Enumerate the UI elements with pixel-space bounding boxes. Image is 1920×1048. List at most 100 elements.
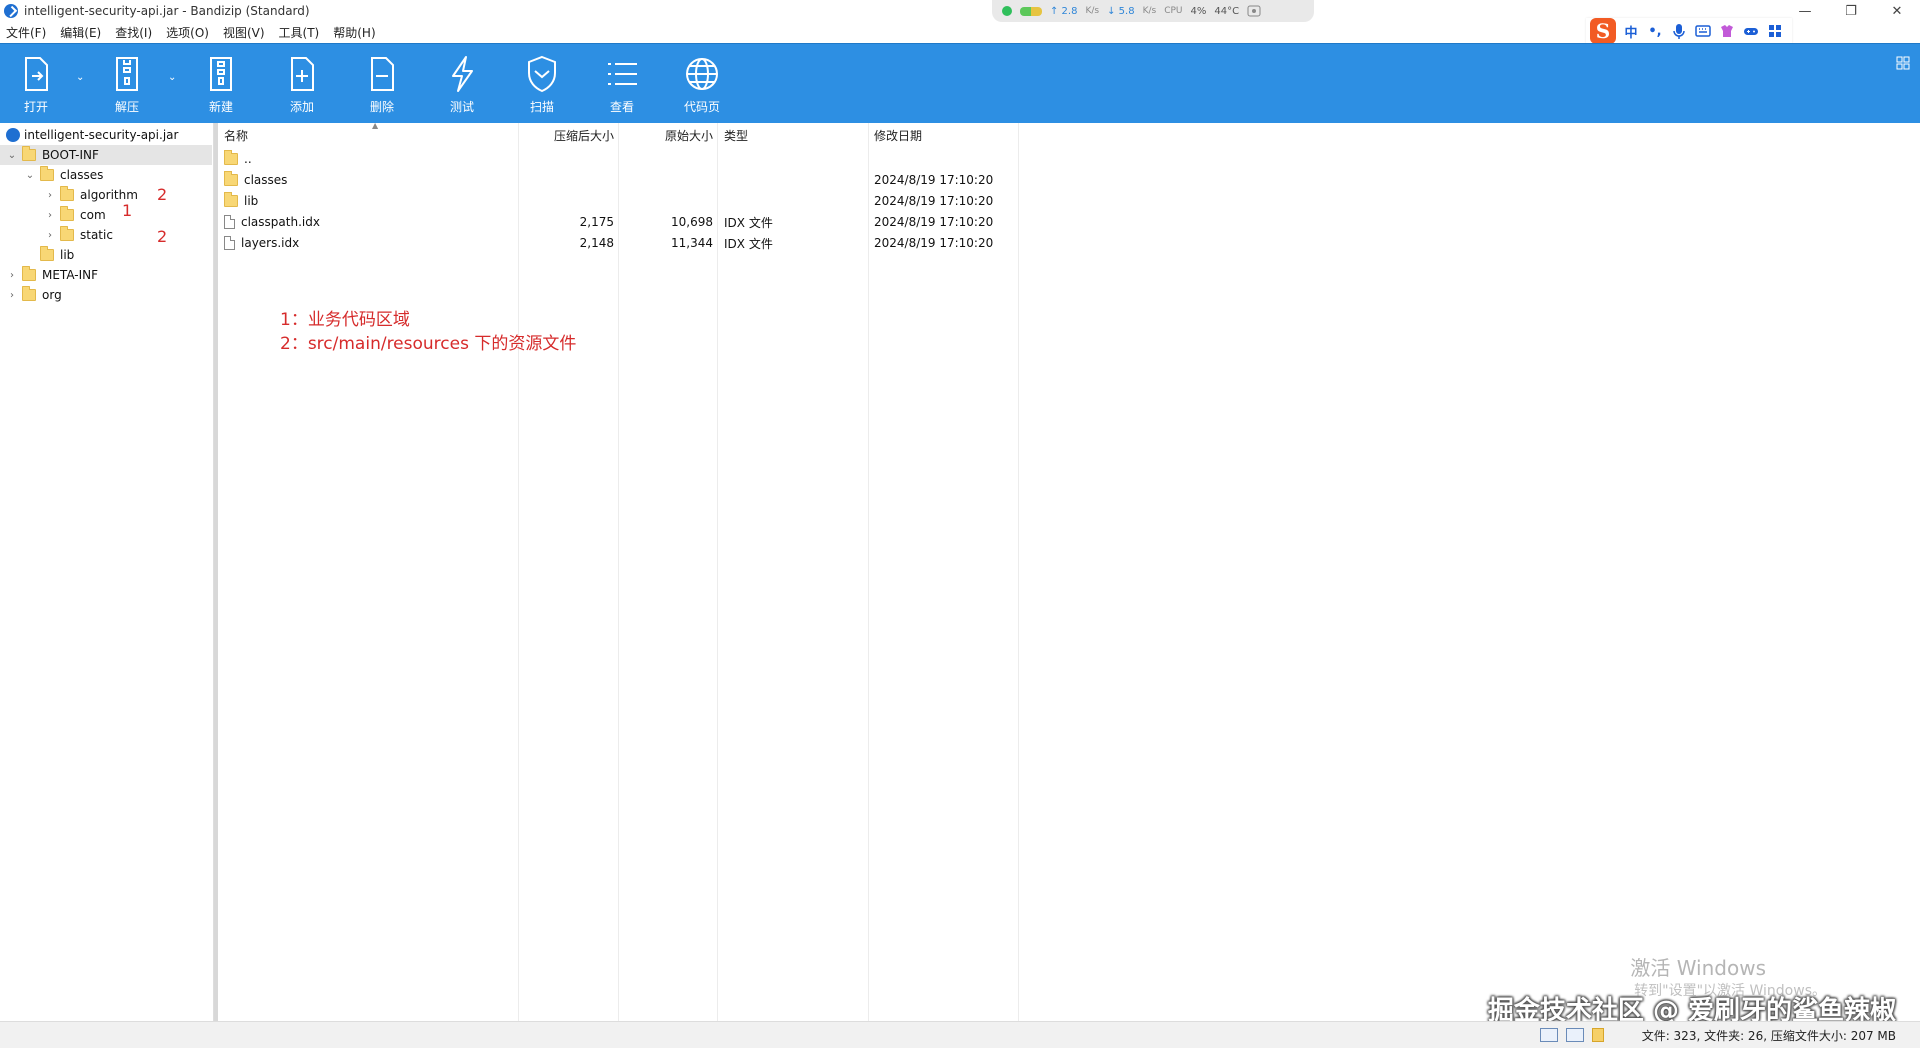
file-original-size: 11,344 xyxy=(671,236,713,250)
chevron-down-icon[interactable]: ⌄ xyxy=(24,169,36,181)
window-title: intelligent-security-api.jar - Bandizip … xyxy=(24,4,310,18)
tree-item-lib[interactable]: lib xyxy=(36,245,74,265)
chevron-right-icon[interactable]: › xyxy=(44,229,56,241)
memory-bar-icon xyxy=(1020,6,1042,16)
tree-root-archive[interactable]: intelligent-security-api.jar xyxy=(2,125,212,145)
menu-tools[interactable]: 工具(T) xyxy=(279,24,320,41)
layout-grid-icon[interactable] xyxy=(1896,56,1910,70)
column-header-compressed[interactable]: 压缩后大小 xyxy=(518,123,614,147)
tree-item-static[interactable]: › static xyxy=(44,225,113,245)
tree-item-boot-inf[interactable]: ⌄ BOOT-INF xyxy=(0,145,212,165)
folder-tree-pane[interactable]: intelligent-security-api.jar ⌄ BOOT-INF … xyxy=(0,123,214,1021)
folder-icon xyxy=(22,146,36,161)
open-label: 打开 xyxy=(23,100,48,114)
annotation-static: 2 xyxy=(157,227,168,246)
open-dropdown-chevron[interactable]: ⌄ xyxy=(76,72,84,83)
file-type: IDX 文件 xyxy=(724,236,773,251)
ime-punctuation-toggle[interactable]: •, xyxy=(1646,22,1664,40)
microphone-icon[interactable] xyxy=(1670,22,1688,40)
table-row[interactable]: classpath.idx xyxy=(218,212,518,232)
delete-files-button[interactable]: 删除 xyxy=(347,44,417,124)
file-compressed-size: 2,148 xyxy=(579,236,614,250)
main-toolbar: 打开 ⌄ 解压 ⌄ 新建 添加 删除 测试 扫描 查看 代码页 xyxy=(0,43,1920,123)
menu-find[interactable]: 查找(I) xyxy=(115,24,152,41)
column-header-label: 类型 xyxy=(724,128,749,143)
extract-button[interactable]: 解压 xyxy=(92,44,162,124)
tree-item-meta-inf[interactable]: › META-INF xyxy=(6,265,98,285)
menu-help[interactable]: 帮助(H) xyxy=(333,24,375,41)
column-header-name[interactable]: 名称 ▲ xyxy=(224,121,514,147)
codepage-button[interactable]: 代码页 xyxy=(667,44,737,124)
column-header-original[interactable]: 原始大小 xyxy=(618,123,713,147)
column-separator[interactable] xyxy=(868,123,869,1021)
table-row[interactable]: lib xyxy=(218,191,518,211)
extract-label: 解压 xyxy=(114,100,139,114)
column-separator[interactable] xyxy=(618,123,619,1021)
upload-unit: K/s xyxy=(1085,6,1100,16)
new-archive-button[interactable]: 新建 xyxy=(186,44,256,124)
folder-icon xyxy=(224,150,238,165)
chevron-down-icon[interactable]: ⌄ xyxy=(6,149,18,161)
keyboard-icon[interactable] xyxy=(1694,22,1712,40)
menu-file[interactable]: 文件(F) xyxy=(6,24,46,41)
cpu-temperature: 44°C xyxy=(1214,5,1240,17)
menu-view[interactable]: 视图(V) xyxy=(223,24,265,41)
tree-item-classes[interactable]: ⌄ classes xyxy=(24,165,103,185)
tree-item-label: com xyxy=(80,208,106,222)
chevron-right-icon[interactable]: › xyxy=(6,289,18,301)
tree-item-org[interactable]: › org xyxy=(6,285,62,305)
codepage-label: 代码页 xyxy=(683,100,720,114)
add-files-button[interactable]: 添加 xyxy=(267,44,337,124)
table-row[interactable]: classes xyxy=(218,170,518,190)
table-row[interactable]: .. xyxy=(218,149,518,169)
file-icon xyxy=(224,215,235,229)
scan-button[interactable]: 扫描 xyxy=(507,44,577,124)
open-button[interactable]: 打开 xyxy=(1,44,71,124)
ime-language-toggle[interactable]: 中 xyxy=(1622,22,1640,41)
menu-options[interactable]: 选项(O) xyxy=(166,24,209,41)
annotation-notes: 1：业务代码区域 2：src/main/resources 下的资源文件 xyxy=(280,308,576,356)
view-button[interactable]: 查看 xyxy=(587,44,657,124)
download-speed: ↓ 5.8 xyxy=(1107,5,1135,17)
file-name: .. xyxy=(244,152,252,166)
file-type: IDX 文件 xyxy=(724,215,773,230)
archive-lock-icon[interactable] xyxy=(1591,1028,1604,1042)
column-header-modified[interactable]: 修改日期 xyxy=(874,123,1014,147)
folder-icon xyxy=(40,246,54,261)
file-list-pane[interactable]: 名称 ▲ 压缩后大小 原始大小 类型 修改日期 .. classes 2024/… xyxy=(218,121,1920,1021)
menu-edit[interactable]: 编辑(E) xyxy=(60,24,101,41)
column-header-type[interactable]: 类型 xyxy=(724,123,864,147)
preview-view-icon[interactable] xyxy=(1565,1028,1584,1042)
close-button[interactable]: ✕ xyxy=(1874,0,1920,22)
tree-item-com[interactable]: › com xyxy=(44,205,106,225)
file-modified: 2024/8/19 17:10:20 xyxy=(874,236,994,250)
table-row[interactable]: layers.idx xyxy=(218,233,518,253)
scan-label: 扫描 xyxy=(529,100,554,114)
tree-item-label: algorithm xyxy=(80,188,138,202)
folder-icon xyxy=(224,192,238,207)
system-monitor-widget[interactable]: ↑ 2.8 K/s ↓ 5.8 K/s CPU 4% 44°C xyxy=(992,0,1314,22)
restore-button[interactable]: ❐ xyxy=(1828,0,1874,22)
extract-dropdown-chevron[interactable]: ⌄ xyxy=(168,72,176,83)
test-archive-button[interactable]: 测试 xyxy=(427,44,497,124)
annotation-note-1: 1：业务代码区域 xyxy=(280,310,410,330)
ime-toolbar: S 中 •, xyxy=(1586,18,1792,44)
status-bar: 文件: 323, 文件夹: 26, 压缩文件大小: 207 MB xyxy=(0,1021,1920,1048)
bandizip-app-icon xyxy=(4,4,18,18)
folder-icon xyxy=(60,186,74,201)
column-separator[interactable] xyxy=(518,123,519,1021)
details-view-icon[interactable] xyxy=(1539,1028,1558,1042)
chevron-right-icon[interactable]: › xyxy=(6,269,18,281)
skin-icon[interactable] xyxy=(1718,22,1736,40)
gamepad-icon[interactable] xyxy=(1742,22,1760,40)
column-separator[interactable] xyxy=(1018,123,1019,1021)
monitor-settings-icon[interactable] xyxy=(1247,4,1261,18)
file-name: classpath.idx xyxy=(241,215,320,229)
sogou-logo-icon[interactable]: S xyxy=(1590,18,1616,44)
chevron-right-icon[interactable]: › xyxy=(44,209,56,221)
annotation-com: 1 xyxy=(122,201,133,220)
annotation-note-2: 2：src/main/resources 下的资源文件 xyxy=(280,334,577,354)
column-separator[interactable] xyxy=(717,123,718,1021)
chevron-right-icon[interactable]: › xyxy=(44,189,56,201)
toolbox-grid-icon[interactable] xyxy=(1766,22,1784,40)
